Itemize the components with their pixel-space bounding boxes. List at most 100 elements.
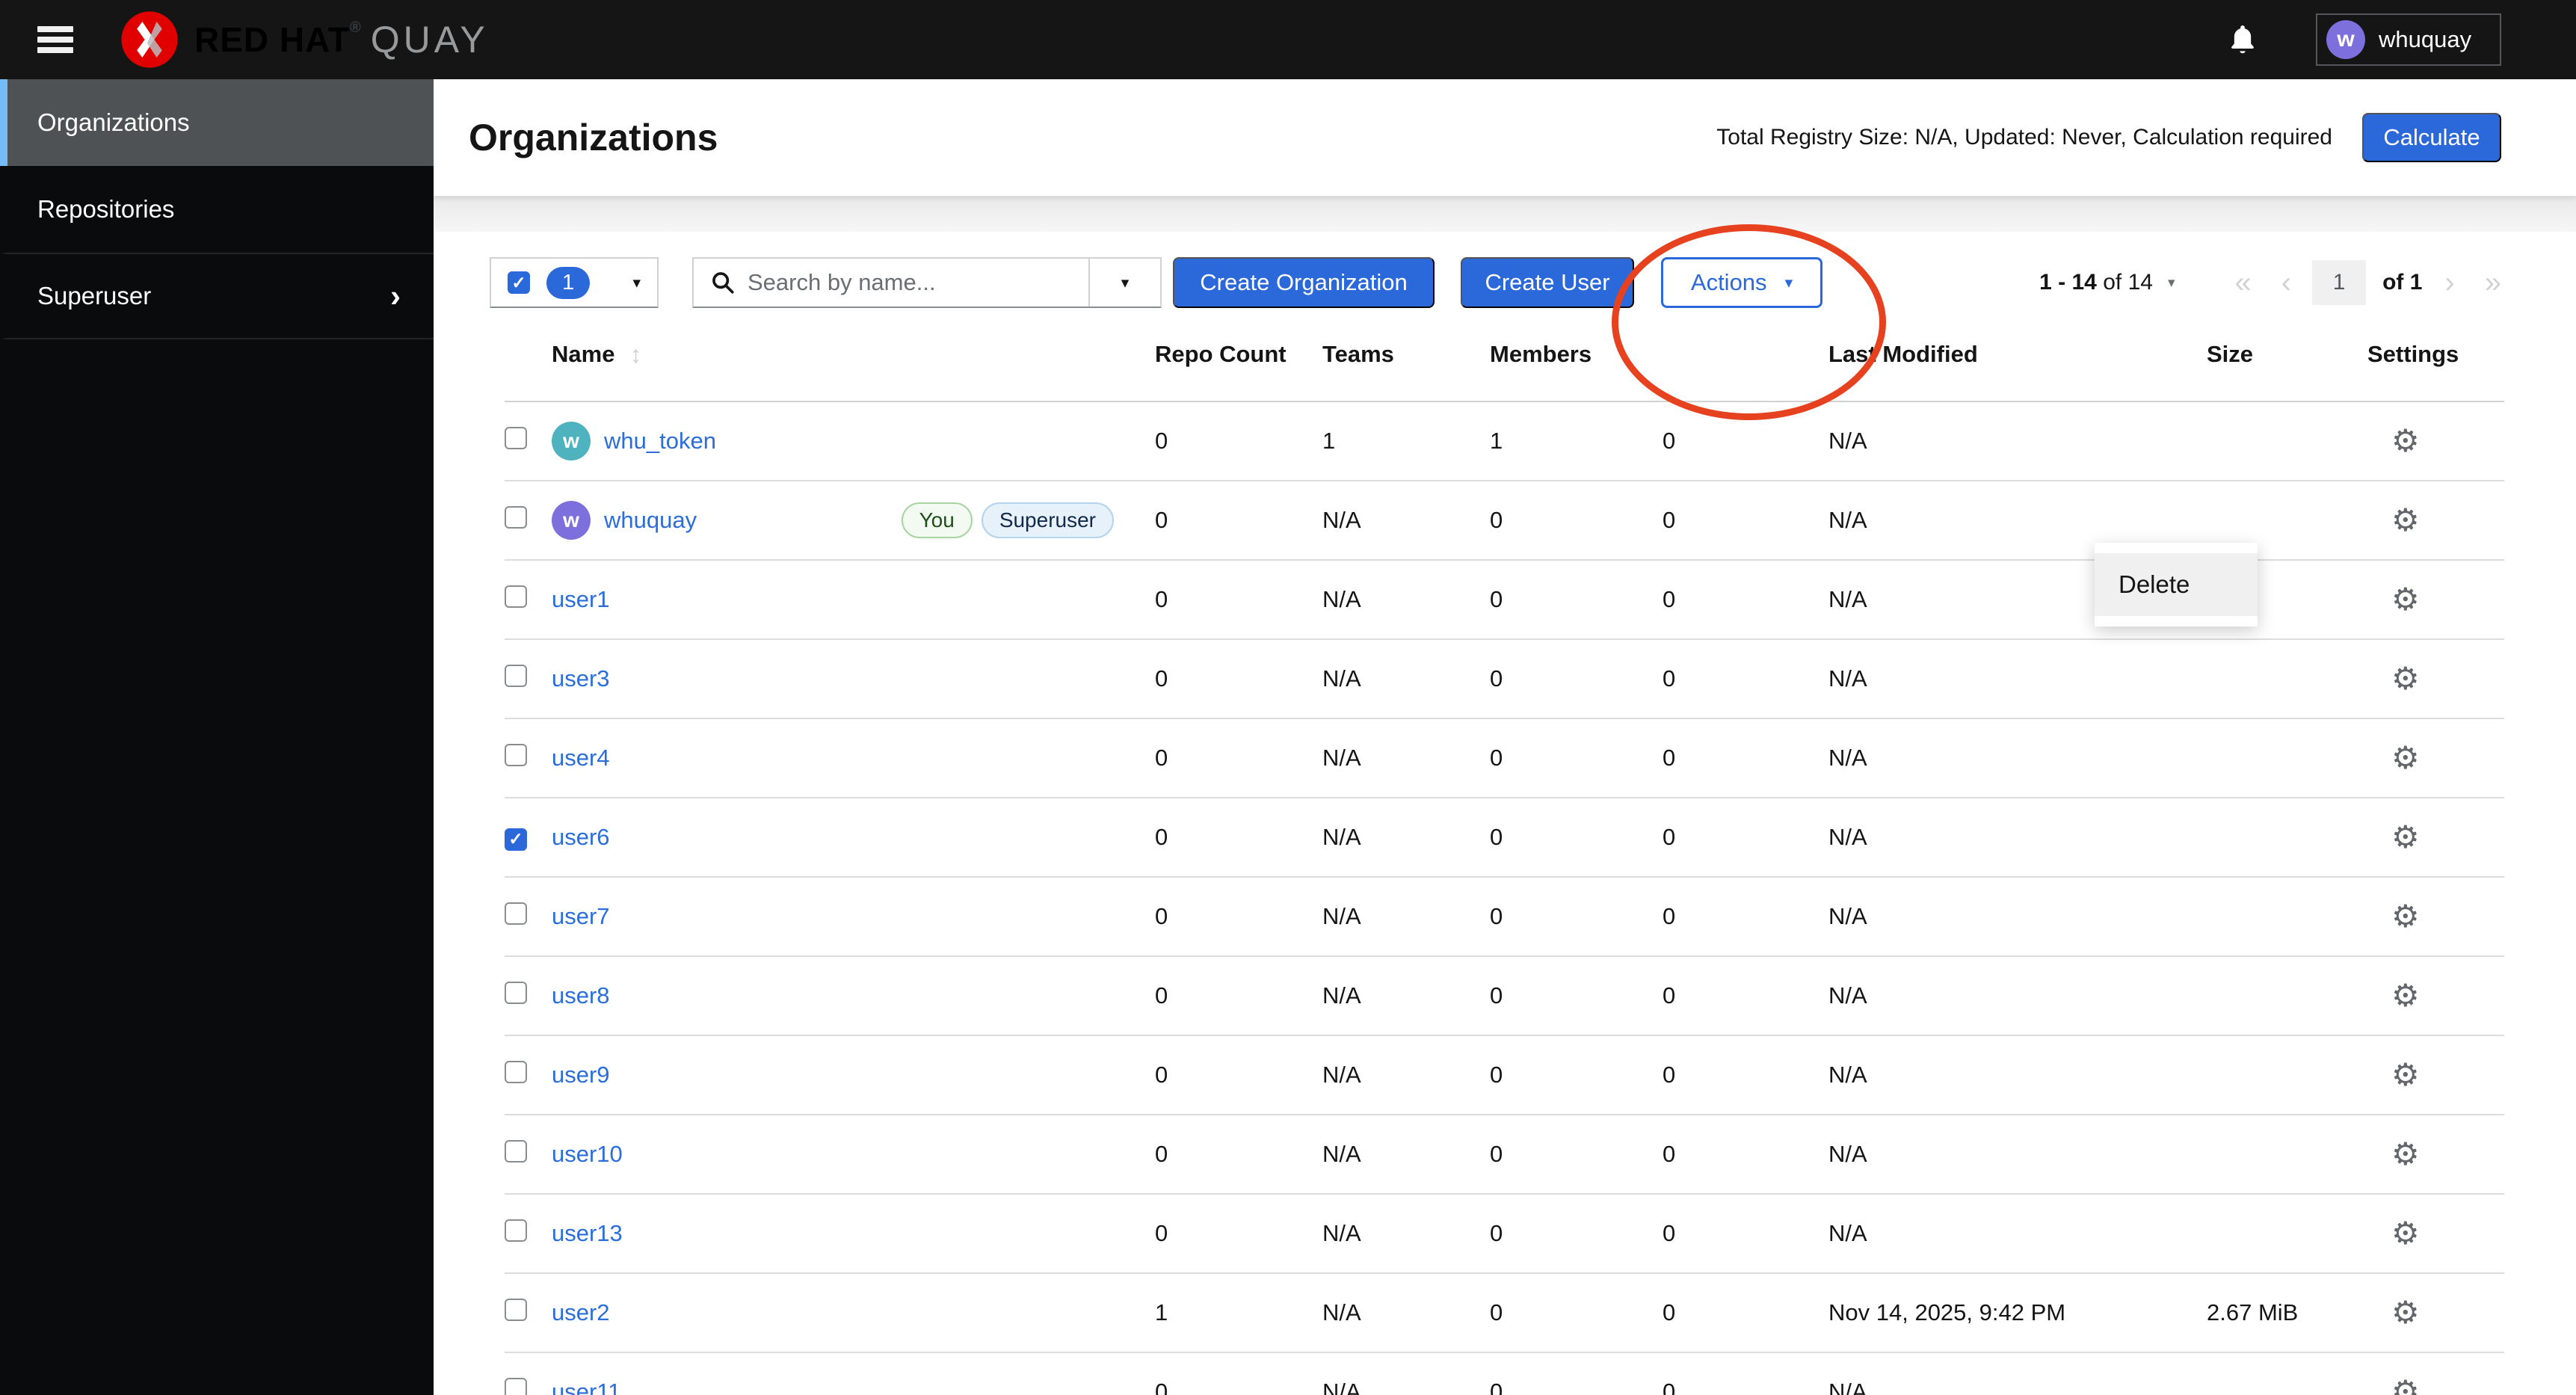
- gear-icon[interactable]: ⚙: [2391, 581, 2420, 618]
- repo-count-cell: 0: [1155, 982, 1168, 1008]
- org-name-link[interactable]: user9: [552, 1062, 610, 1088]
- bulk-select-toggle[interactable]: 1 ▾: [490, 257, 659, 308]
- header-members: Members: [1490, 341, 1592, 367]
- search-filter-toggle[interactable]: ▾: [1090, 259, 1160, 307]
- org-name-link[interactable]: user10: [552, 1141, 623, 1168]
- search-input[interactable]: Search by name...: [748, 269, 1088, 296]
- row-checkbox[interactable]: [505, 1219, 527, 1242]
- gear-icon[interactable]: ⚙: [2391, 1056, 2420, 1093]
- row-checkbox[interactable]: [505, 585, 527, 608]
- first-page-icon[interactable]: «: [2220, 268, 2267, 298]
- gear-icon[interactable]: ⚙: [2391, 1215, 2420, 1251]
- row-checkbox[interactable]: [505, 828, 527, 851]
- robots-cell: 0: [1663, 586, 1676, 612]
- settings-cell: ⚙: [2367, 819, 2504, 855]
- repo-count-cell: 0: [1155, 507, 1168, 533]
- row-checkbox[interactable]: [505, 902, 527, 925]
- gear-icon[interactable]: ⚙: [2391, 1294, 2420, 1331]
- org-name-link[interactable]: user6: [552, 824, 610, 851]
- create-user-button[interactable]: Create User: [1461, 257, 1634, 308]
- org-name-link[interactable]: user4: [552, 745, 610, 772]
- org-name-cell: user7: [552, 903, 1155, 930]
- teams-cell: N/A: [1322, 745, 1361, 771]
- gear-icon[interactable]: ⚙: [2391, 977, 2420, 1014]
- settings-cell: ⚙: [2367, 502, 2504, 538]
- gear-icon[interactable]: ⚙: [2391, 739, 2420, 776]
- bell-icon[interactable]: [2228, 23, 2258, 56]
- members-cell: 0: [1490, 665, 1503, 692]
- calculate-button[interactable]: Calculate: [2362, 113, 2501, 162]
- org-name-link[interactable]: user2: [552, 1299, 610, 1326]
- org-name-link[interactable]: user8: [552, 982, 610, 1009]
- gear-icon[interactable]: ⚙: [2391, 898, 2420, 934]
- org-name-link[interactable]: user3: [552, 665, 610, 692]
- main-content: Organizations Total Registry Size: N/A, …: [434, 79, 2576, 1395]
- last-modified-cell: N/A: [1828, 1062, 1867, 1088]
- row-checkbox-cell: [505, 1140, 552, 1168]
- sidebar-item-repositories[interactable]: Repositories: [0, 166, 434, 253]
- settings-cell: ⚙: [2367, 1294, 2504, 1331]
- row-checkbox[interactable]: [505, 1299, 527, 1321]
- teams-cell: N/A: [1322, 982, 1361, 1008]
- selected-count-badge: 1: [546, 266, 591, 299]
- robots-cell: 0: [1663, 1062, 1676, 1088]
- brand-quay-text: QUAY: [370, 19, 489, 61]
- current-page-input[interactable]: 1: [2312, 260, 2367, 305]
- row-checkbox[interactable]: [505, 1140, 527, 1162]
- row-checkbox[interactable]: [505, 744, 527, 766]
- members-cell: 0: [1490, 1299, 1503, 1325]
- table-row: user8 0 N/A 0 0 N/A ⚙: [505, 957, 2504, 1036]
- repo-count-cell: 0: [1155, 824, 1168, 850]
- table-row: w whu_token 0 1 1 0 N/A ⚙: [505, 402, 2504, 481]
- repo-count-cell: 0: [1155, 1220, 1168, 1246]
- previous-page-icon[interactable]: ‹: [2267, 268, 2306, 298]
- hamburger-menu-icon[interactable]: [37, 26, 73, 53]
- row-checkbox[interactable]: [505, 506, 527, 529]
- create-organization-button[interactable]: Create Organization: [1173, 257, 1435, 308]
- table-row: user9 0 N/A 0 0 N/A ⚙: [505, 1036, 2504, 1115]
- robots-cell: 0: [1663, 507, 1676, 533]
- members-cell: 0: [1490, 824, 1503, 850]
- org-name-link[interactable]: user7: [552, 903, 610, 930]
- org-name-link[interactable]: user13: [552, 1220, 623, 1247]
- org-name-link[interactable]: user11: [552, 1379, 621, 1395]
- last-modified-cell: N/A: [1828, 824, 1867, 850]
- gear-icon[interactable]: ⚙: [2391, 1373, 2420, 1395]
- header-size: Size: [2207, 341, 2254, 367]
- gear-icon[interactable]: ⚙: [2391, 422, 2420, 459]
- row-checkbox[interactable]: [505, 1061, 527, 1083]
- bulk-select-checkbox[interactable]: [508, 271, 530, 294]
- gear-icon[interactable]: ⚙: [2391, 819, 2420, 855]
- superuser-badge: Superuser: [981, 502, 1114, 538]
- next-page-icon[interactable]: ›: [2429, 268, 2469, 298]
- org-name-link[interactable]: whu_token: [604, 428, 716, 455]
- gear-icon[interactable]: ⚙: [2391, 1136, 2420, 1172]
- user-avatar: w: [2326, 20, 2365, 59]
- actions-dropdown-button[interactable]: Actions ▾: [1661, 257, 1822, 308]
- sort-icon[interactable]: ↕: [629, 341, 641, 369]
- robots-cell: 0: [1663, 665, 1676, 692]
- members-cell: 0: [1490, 1062, 1503, 1088]
- quay-organizations-page: RED HAT® QUAY w whuquay ▾ Organizations …: [0, 0, 2576, 1395]
- robots-cell: 0: [1663, 428, 1676, 454]
- row-checkbox[interactable]: [505, 665, 527, 687]
- settings-cell: ⚙: [2367, 660, 2504, 697]
- row-checkbox[interactable]: [505, 982, 527, 1004]
- menu-item-delete[interactable]: Delete: [2095, 553, 2258, 616]
- row-checkbox-cell: [505, 1378, 552, 1395]
- row-checkbox[interactable]: [505, 427, 527, 449]
- gear-icon[interactable]: ⚙: [2391, 660, 2420, 697]
- sidebar-item-superuser[interactable]: Superuser ›: [0, 253, 434, 339]
- search-box[interactable]: Search by name... ▾: [692, 257, 1162, 308]
- table-row: user11 0 N/A 0 0 N/A ⚙: [505, 1353, 2504, 1395]
- sidebar-item-organizations[interactable]: Organizations: [0, 79, 434, 166]
- org-name-link[interactable]: user1: [552, 586, 610, 613]
- last-page-icon[interactable]: »: [2470, 268, 2516, 298]
- row-checkbox[interactable]: [505, 1378, 527, 1395]
- pagination-menu-toggle[interactable]: ▾: [2168, 274, 2175, 292]
- gear-icon[interactable]: ⚙: [2391, 502, 2420, 538]
- org-name-link[interactable]: whuquay: [604, 507, 697, 534]
- user-menu-toggle[interactable]: w whuquay ▾: [2316, 13, 2501, 66]
- teams-cell: N/A: [1322, 665, 1361, 692]
- settings-cell: ⚙: [2367, 898, 2504, 934]
